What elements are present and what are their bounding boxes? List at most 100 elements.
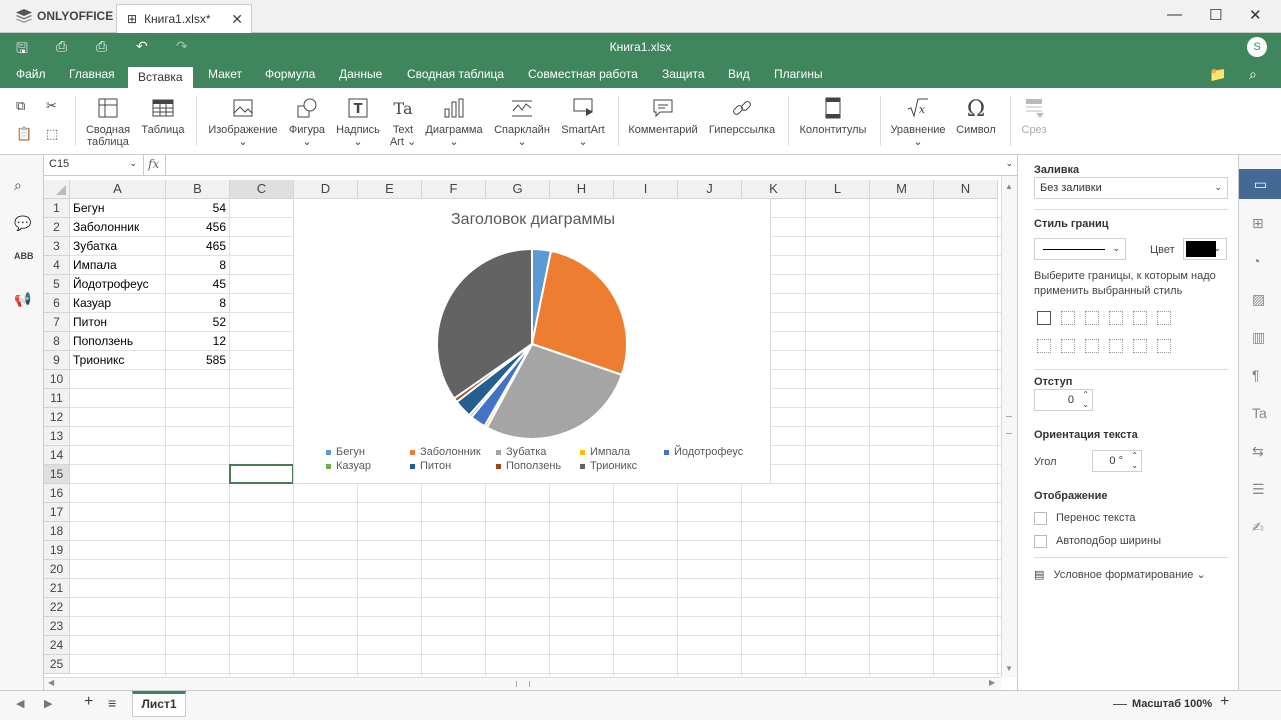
row-header[interactable]: 10 — [44, 370, 70, 389]
row-header[interactable]: 7 — [44, 313, 70, 332]
cell-value[interactable]: 54 — [166, 199, 229, 218]
menu-protection[interactable]: Защита — [662, 67, 705, 81]
border-option-icon[interactable] — [1061, 311, 1075, 325]
angle-spinner[interactable]: 0 ° ⌃ ⌄ — [1092, 450, 1142, 472]
legend-label[interactable]: Бегун — [336, 446, 365, 458]
column-header[interactable]: L — [806, 180, 870, 199]
row-header[interactable]: 14 — [44, 446, 70, 465]
autofit-checkbox[interactable] — [1034, 535, 1047, 548]
legend-label[interactable]: Импала — [590, 446, 631, 458]
scroll-up-icon[interactable]: ▲ — [1005, 182, 1013, 191]
row-header[interactable]: 17 — [44, 503, 70, 522]
border-option-icon[interactable] — [1109, 311, 1123, 325]
paste-icon[interactable]: 📋 — [16, 126, 32, 142]
row-header[interactable]: 13 — [44, 427, 70, 446]
row-header[interactable]: 15 — [44, 465, 70, 484]
indent-spinner[interactable]: 0 ⌃ ⌄ — [1034, 389, 1093, 411]
border-option-icon[interactable] — [1157, 339, 1171, 353]
row-header[interactable]: 5 — [44, 275, 70, 294]
row-header[interactable]: 12 — [44, 408, 70, 427]
column-header[interactable]: K — [742, 180, 806, 199]
symbol-button[interactable]: Ω Символ — [954, 96, 998, 136]
selected-cell[interactable] — [229, 464, 294, 484]
cell-value[interactable]: 8 — [166, 256, 229, 275]
row-header[interactable]: 11 — [44, 389, 70, 408]
cell-value[interactable]: 12 — [166, 332, 229, 351]
column-header[interactable]: J — [678, 180, 742, 199]
row-header[interactable]: 2 — [44, 218, 70, 237]
column-header[interactable]: I — [614, 180, 678, 199]
cell-name[interactable]: Поползень — [70, 332, 166, 351]
cell-name[interactable]: Питон — [70, 313, 166, 332]
cell-value[interactable]: 52 — [166, 313, 229, 332]
pivot-table-button[interactable]: Сводная таблица — [84, 96, 132, 148]
slicer-button[interactable]: Срез — [1018, 96, 1050, 136]
cell-name[interactable]: Казуар — [70, 294, 166, 313]
border-option-icon[interactable] — [1085, 311, 1099, 325]
column-header[interactable]: E — [358, 180, 422, 199]
row-header[interactable]: 19 — [44, 541, 70, 560]
sheet-list-icon[interactable]: ≡ — [108, 695, 116, 711]
feedback-icon[interactable]: 📢 — [14, 291, 31, 308]
menu-data[interactable]: Данные — [339, 67, 382, 81]
column-header[interactable]: G — [486, 180, 550, 199]
row-header[interactable]: 24 — [44, 636, 70, 655]
row-header[interactable]: 6 — [44, 294, 70, 313]
row-header[interactable]: 9 — [44, 351, 70, 370]
cut-icon[interactable]: ✂ — [46, 98, 57, 114]
cell-name[interactable]: Зубатка — [70, 237, 166, 256]
pivot-settings-icon[interactable]: ⇆ — [1252, 443, 1264, 460]
legend-label[interactable]: Йодотрофеус — [674, 445, 744, 458]
prev-sheet-icon[interactable]: ◀ — [16, 697, 24, 710]
zoom-out-icon[interactable]: — — [1113, 695, 1127, 711]
border-option-icon[interactable] — [1133, 339, 1147, 353]
expand-formula-icon[interactable]: ⌄ — [1005, 158, 1013, 169]
slicer-settings-icon[interactable]: ☰ — [1252, 481, 1265, 498]
column-header[interactable]: N — [934, 180, 998, 199]
row-header[interactable]: 20 — [44, 560, 70, 579]
comment-button[interactable]: Комментарий — [626, 96, 700, 136]
vertical-scrollbar[interactable]: ▲ ▼ — [1001, 176, 1017, 677]
function-icon[interactable]: fx — [148, 157, 159, 171]
search-icon[interactable]: ⌕ — [1249, 66, 1257, 83]
cell-value[interactable]: 8 — [166, 294, 229, 313]
table-settings-icon[interactable]: ⊞ — [1252, 215, 1264, 232]
fill-select[interactable]: Без заливки ⌄ — [1034, 177, 1228, 199]
menu-file[interactable]: Файл — [16, 67, 46, 81]
border-option-icon[interactable] — [1157, 311, 1171, 325]
row-header[interactable]: 4 — [44, 256, 70, 275]
comments-icon[interactable]: 💬 — [14, 215, 31, 232]
menu-plugins[interactable]: Плагины — [774, 67, 823, 81]
border-option-icon[interactable] — [1037, 339, 1051, 353]
sparkline-button[interactable]: Спарклайн ⌄ — [492, 96, 552, 148]
shape-settings-icon[interactable]: ◔ — [1252, 253, 1260, 269]
scroll-thumb[interactable] — [516, 681, 530, 687]
image-settings-icon[interactable]: ▨ — [1252, 291, 1265, 308]
row-header[interactable]: 18 — [44, 522, 70, 541]
scroll-thumb[interactable] — [1006, 416, 1012, 434]
spinner-arrows-icon[interactable]: ⌃ ⌄ — [1131, 451, 1138, 471]
spellcheck-icon[interactable]: ABB — [14, 251, 34, 261]
textart-settings-icon[interactable]: Ta — [1252, 405, 1267, 421]
border-option-icon[interactable] — [1061, 339, 1075, 353]
pie-chart[interactable]: Заголовок диаграммы Бегун Заболонник Зубатк… — [293, 198, 771, 484]
menu-view[interactable]: Вид — [728, 67, 750, 81]
menu-collaboration[interactable]: Совместная работа — [528, 67, 638, 81]
open-location-icon[interactable]: 📁 — [1209, 66, 1226, 83]
legend-label[interactable]: Зубатка — [506, 446, 547, 458]
textbox-button[interactable]: T Надпись ⌄ — [334, 96, 382, 148]
chart-button[interactable]: Диаграмма ⌄ — [424, 96, 484, 148]
equation-button[interactable]: x Уравнение ⌄ — [888, 96, 948, 148]
image-button[interactable]: Изображение ⌄ — [206, 96, 280, 148]
cell-value[interactable]: 585 — [166, 351, 229, 370]
minimize-icon[interactable]: — — [1167, 6, 1182, 23]
cell-settings-icon[interactable]: ▭ — [1239, 169, 1281, 199]
zoom-level[interactable]: Масштаб 100% — [1132, 698, 1212, 710]
hyperlink-button[interactable]: Гиперссылка — [706, 96, 778, 136]
sheet-tab[interactable]: Лист1 — [132, 691, 186, 717]
cell-value[interactable]: 465 — [166, 237, 229, 256]
zoom-in-icon[interactable]: + — [1220, 693, 1229, 711]
column-header[interactable]: H — [550, 180, 614, 199]
legend-label[interactable]: Поползень — [506, 460, 561, 472]
scroll-down-icon[interactable]: ▼ — [1005, 664, 1013, 673]
